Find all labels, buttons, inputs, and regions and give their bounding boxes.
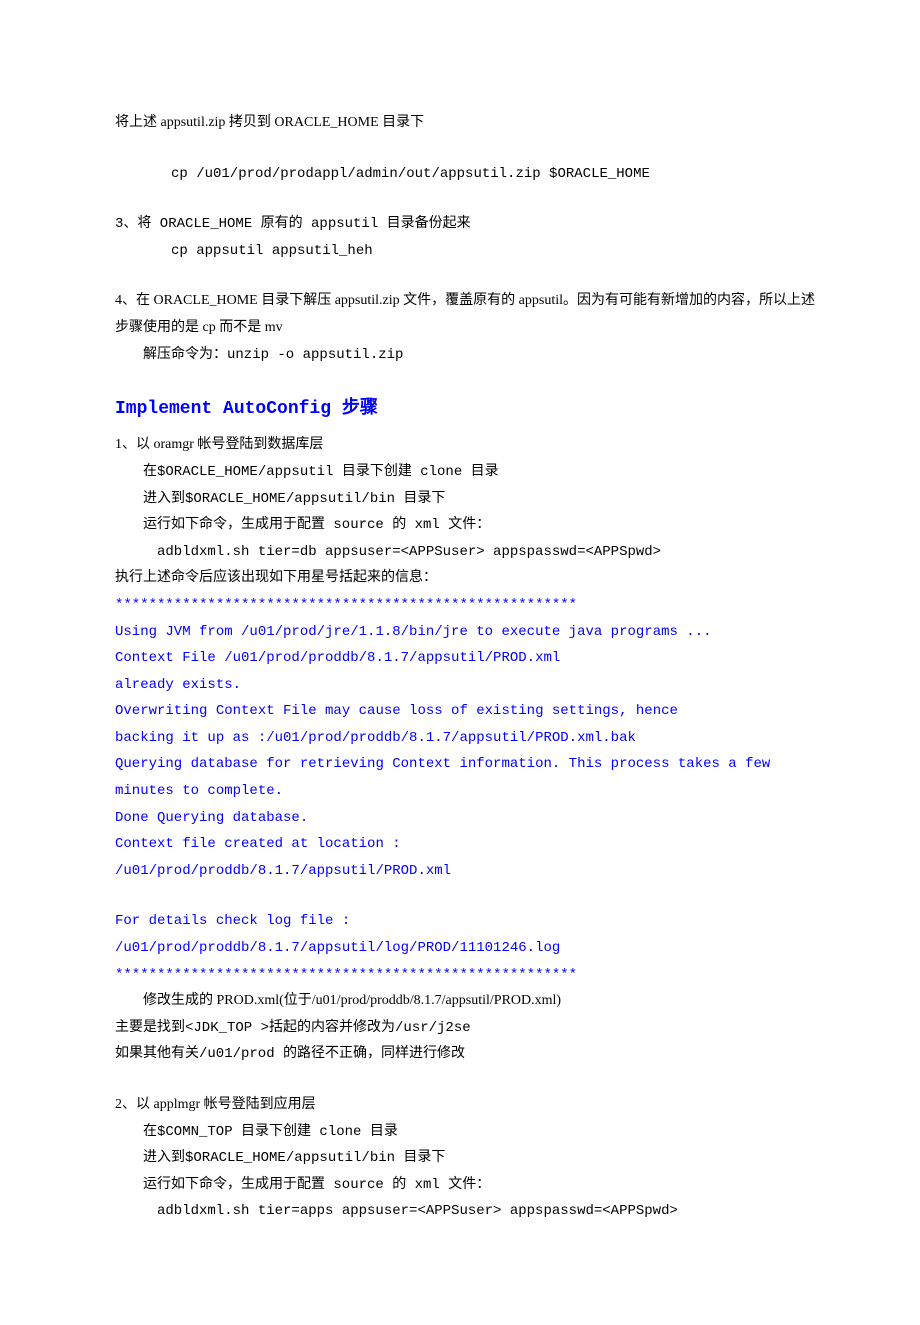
output-line: For details check log file : — [115, 908, 820, 935]
step-line: 运行如下命令，生成用于配置 source 的 xml 文件： — [115, 1172, 820, 1199]
paragraph: 将上述 appsutil.zip 拷贝到 ORACLE_HOME 目录下 — [115, 110, 820, 137]
output-line: backing it up as :/u01/prod/proddb/8.1.7… — [115, 725, 820, 752]
step-line: 运行如下命令，生成用于配置 source 的 xml 文件： — [115, 512, 820, 539]
step-line: 进入到$ORACLE_HOME/appsutil/bin 目录下 — [115, 1145, 820, 1172]
separator-stars: ****************************************… — [115, 592, 820, 619]
step-line: 在$COMN_TOP 目录下创建 clone 目录 — [115, 1119, 820, 1146]
command-line: adbldxml.sh tier=db appsuser=<APPSuser> … — [115, 539, 820, 566]
section-heading: Implement AutoConfig 步骤 — [115, 392, 820, 426]
output-line: Overwriting Context File may cause loss … — [115, 698, 820, 725]
paragraph: 3、将 ORACLE_HOME 原有的 appsutil 目录备份起来 — [115, 211, 820, 238]
command-line: cp /u01/prod/prodappl/admin/out/appsutil… — [115, 161, 820, 188]
paragraph: 主要是找到<JDK_TOP >括起的内容并修改为/usr/j2se — [115, 1015, 820, 1042]
output-line: /u01/prod/proddb/8.1.7/appsutil/log/PROD… — [115, 935, 820, 962]
step-line: 进入到$ORACLE_HOME/appsutil/bin 目录下 — [115, 486, 820, 513]
paragraph: 如果其他有关/u01/prod 的路径不正确，同样进行修改 — [115, 1041, 820, 1068]
output-line: Context file created at location : — [115, 831, 820, 858]
command-line: cp appsutil appsutil_heh — [115, 238, 820, 265]
output-line: /u01/prod/proddb/8.1.7/appsutil/PROD.xml — [115, 858, 820, 885]
command-line: adbldxml.sh tier=apps appsuser=<APPSuser… — [115, 1198, 820, 1225]
output-line: Done Querying database. — [115, 805, 820, 832]
separator-stars: ****************************************… — [115, 962, 820, 989]
output-line: Using JVM from /u01/prod/jre/1.1.8/bin/j… — [115, 619, 820, 646]
step-line: 在$ORACLE_HOME/appsutil 目录下创建 clone 目录 — [115, 459, 820, 486]
step-line: 2、以 applmgr 帐号登陆到应用层 — [115, 1092, 820, 1119]
output-line: Querying database for retrieving Context… — [115, 751, 820, 804]
step-line: 执行上述命令后应该出现如下用星号括起来的信息： — [115, 565, 820, 592]
step-line: 1、以 oramgr 帐号登陆到数据库层 — [115, 432, 820, 459]
output-line: already exists. — [115, 672, 820, 699]
paragraph: 修改生成的 PROD.xml(位于/u01/prod/proddb/8.1.7/… — [115, 988, 820, 1015]
output-line: Context File /u01/prod/proddb/8.1.7/apps… — [115, 645, 820, 672]
paragraph: 4、在 ORACLE_HOME 目录下解压 appsutil.zip 文件，覆盖… — [115, 288, 820, 341]
command-line: 解压命令为：unzip -o appsutil.zip — [115, 342, 820, 369]
document-page: 将上述 appsutil.zip 拷贝到 ORACLE_HOME 目录下 cp … — [0, 0, 920, 1325]
